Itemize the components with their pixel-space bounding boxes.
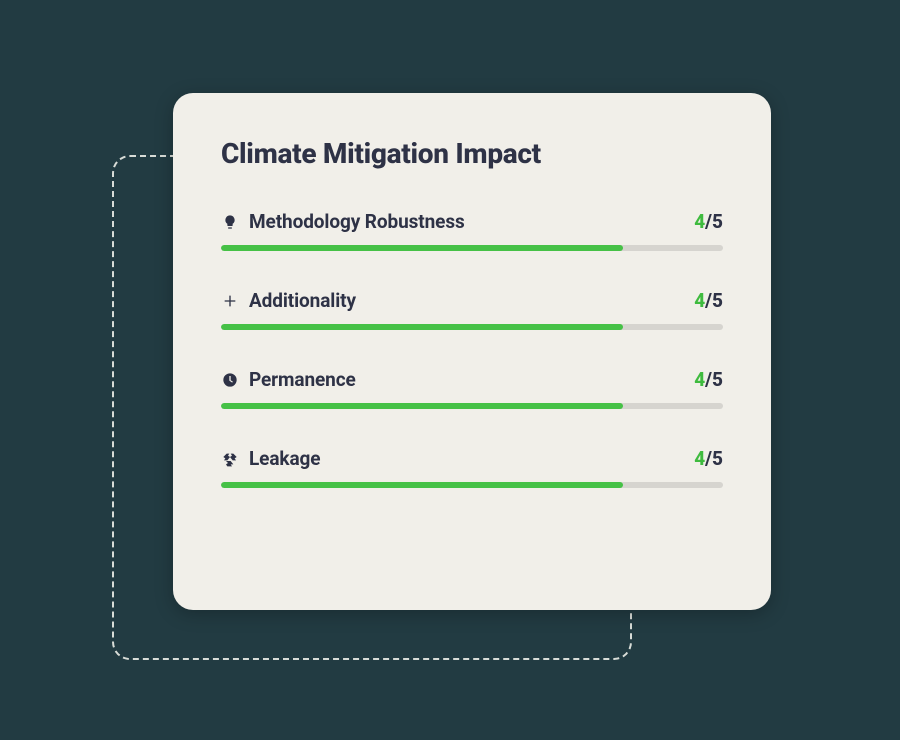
metric-row: Leakage 4/5 — [221, 447, 723, 488]
metric-row: Methodology Robustness 4/5 — [221, 210, 723, 251]
metric-left: Permanence — [221, 368, 356, 391]
progress-track — [221, 482, 723, 488]
metric-left: Methodology Robustness — [221, 210, 465, 233]
progress-track — [221, 324, 723, 330]
score-denom: /5 — [705, 289, 723, 312]
metric-score: 4/5 — [694, 289, 723, 312]
progress-fill — [221, 324, 623, 330]
metric-row: Permanence 4/5 — [221, 368, 723, 409]
card-title: Climate Mitigation Impact — [221, 137, 723, 170]
metric-score: 4/5 — [694, 210, 723, 233]
plus-icon — [221, 292, 239, 310]
metric-label: Leakage — [249, 447, 320, 470]
metric-label: Additionality — [249, 289, 356, 312]
score-value: 4 — [694, 368, 705, 391]
impact-card: Climate Mitigation Impact Methodology Ro… — [173, 93, 771, 610]
metric-header: Additionality 4/5 — [221, 289, 723, 312]
progress-track — [221, 245, 723, 251]
clock-icon — [221, 371, 239, 389]
progress-track — [221, 403, 723, 409]
progress-fill — [221, 482, 623, 488]
recycle-icon — [221, 450, 239, 468]
metric-header: Permanence 4/5 — [221, 368, 723, 391]
progress-fill — [221, 245, 623, 251]
metric-label: Permanence — [249, 368, 356, 391]
score-value: 4 — [694, 447, 705, 470]
metric-label: Methodology Robustness — [249, 210, 465, 233]
metric-left: Leakage — [221, 447, 320, 470]
progress-fill — [221, 403, 623, 409]
score-value: 4 — [694, 289, 705, 312]
score-denom: /5 — [705, 447, 723, 470]
score-denom: /5 — [705, 368, 723, 391]
lightbulb-icon — [221, 213, 239, 231]
metric-header: Methodology Robustness 4/5 — [221, 210, 723, 233]
metric-score: 4/5 — [694, 368, 723, 391]
metric-score: 4/5 — [694, 447, 723, 470]
metric-row: Additionality 4/5 — [221, 289, 723, 330]
score-value: 4 — [694, 210, 705, 233]
metric-left: Additionality — [221, 289, 356, 312]
metric-header: Leakage 4/5 — [221, 447, 723, 470]
score-denom: /5 — [705, 210, 723, 233]
